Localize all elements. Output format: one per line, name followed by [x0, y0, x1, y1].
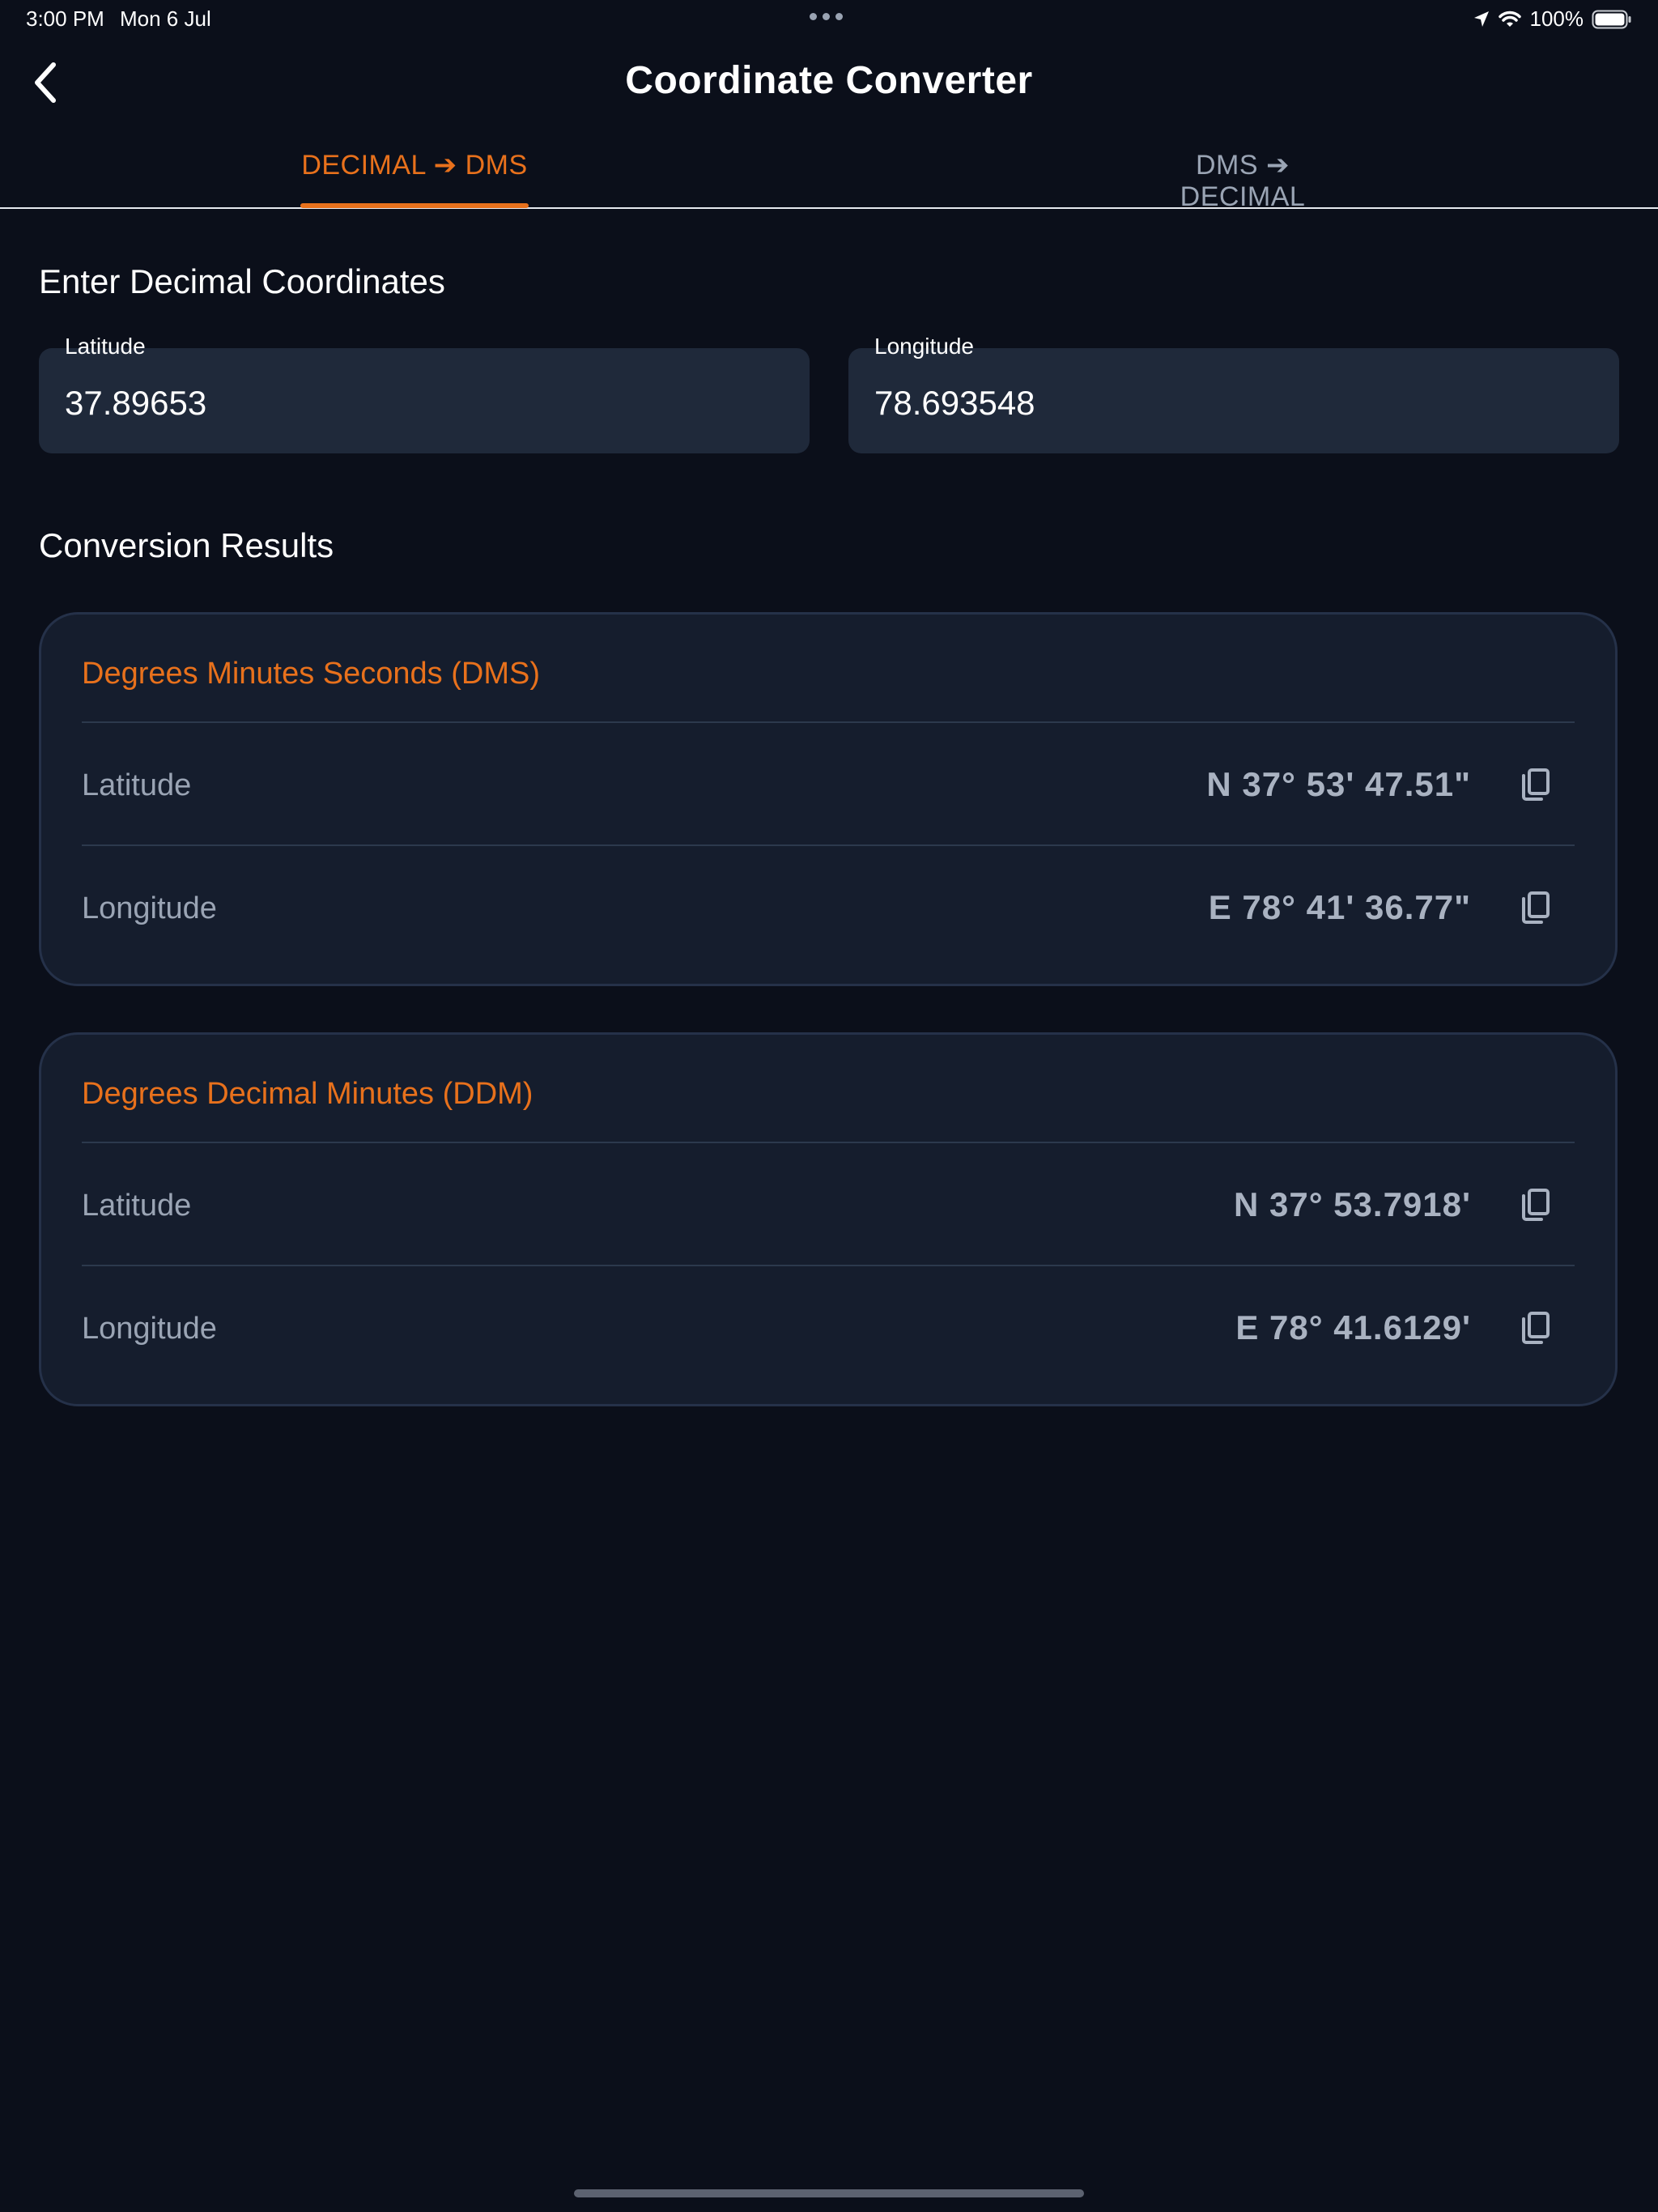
copy-icon: [1522, 1312, 1550, 1344]
battery-icon: [1592, 10, 1632, 29]
latitude-field-label: Latitude: [65, 334, 146, 359]
status-indicators: 100%: [1473, 6, 1633, 32]
card-title: Degrees Minutes Seconds (DMS): [82, 657, 540, 691]
status-date: Mon 6 Jul: [120, 6, 211, 31]
longitude-field[interactable]: Longitude: [848, 334, 1619, 453]
copy-ddm-latitude-button[interactable]: [1513, 1182, 1558, 1227]
status-bar: 3:00 PM Mon 6 Jul 100%: [0, 0, 1658, 39]
divider: [82, 1265, 1575, 1266]
copy-ddm-longitude-button[interactable]: [1513, 1305, 1558, 1351]
results-section-heading: Conversion Results: [39, 526, 334, 564]
longitude-input[interactable]: [874, 384, 1587, 423]
battery-percentage: 100%: [1529, 6, 1584, 31]
dms-result-card: Degrees Minutes Seconds (DMS) Latitude N…: [39, 612, 1618, 986]
latitude-input[interactable]: [65, 384, 777, 423]
wifi-icon: [1498, 11, 1522, 28]
row-label: Latitude: [82, 768, 192, 802]
navigation-header: Coordinate Converter: [0, 49, 1658, 121]
copy-dms-latitude-button[interactable]: [1513, 762, 1558, 807]
card-title: Degrees Decimal Minutes (DDM): [82, 1077, 534, 1111]
longitude-field-label: Longitude: [874, 334, 975, 359]
tab-bar: DECIMAL ➔ DMS DMS ➔ DECIMAL: [0, 138, 1658, 212]
status-time: 3:00 PM: [26, 6, 104, 31]
multitasking-dots-icon[interactable]: [810, 13, 843, 20]
ddm-longitude-value: E 78° 41.6129': [1235, 1308, 1471, 1346]
copy-dms-longitude-button[interactable]: [1513, 885, 1558, 930]
dms-latitude-value: N 37° 53' 47.51": [1206, 765, 1471, 803]
row-label: Longitude: [82, 1312, 217, 1346]
ddm-latitude-value: N 37° 53.7918': [1234, 1185, 1471, 1223]
tab-dms-to-decimal[interactable]: DMS ➔ DECIMAL: [1129, 149, 1356, 212]
home-indicator[interactable]: [574, 2189, 1084, 2197]
tab-decimal-to-dms[interactable]: DECIMAL ➔ DMS: [300, 149, 529, 208]
divider: [82, 844, 1575, 846]
copy-icon: [1522, 768, 1550, 801]
dms-longitude-value: E 78° 41' 36.77": [1208, 888, 1471, 926]
location-arrow-icon: [1473, 11, 1490, 28]
input-section-heading: Enter Decimal Coordinates: [39, 262, 445, 300]
divider: [82, 1142, 1575, 1143]
page-title: Coordinate Converter: [625, 59, 1033, 102]
divider: [82, 721, 1575, 723]
copy-icon: [1522, 891, 1550, 924]
row-label: Longitude: [82, 891, 217, 925]
row-label: Latitude: [82, 1189, 192, 1223]
latitude-field[interactable]: Latitude: [39, 334, 810, 453]
ddm-result-card: Degrees Decimal Minutes (DDM) Latitude N…: [39, 1032, 1618, 1406]
copy-icon: [1522, 1189, 1550, 1221]
